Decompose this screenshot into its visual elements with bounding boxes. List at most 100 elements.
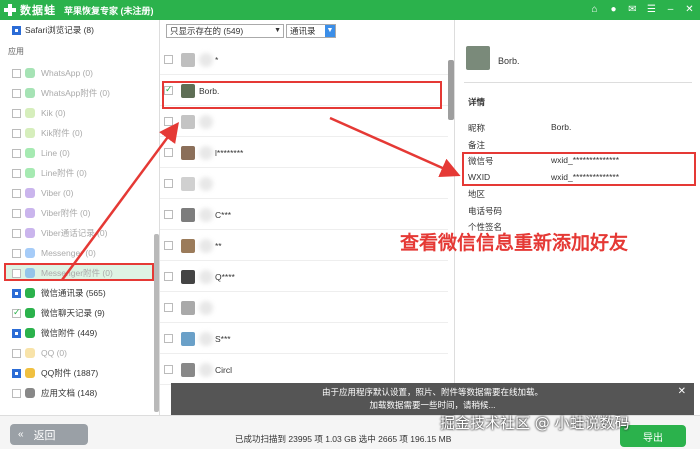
- sidebar-item[interactable]: 应用文档 (148): [12, 385, 97, 401]
- wechat-icon: [25, 288, 35, 298]
- checkbox[interactable]: [12, 248, 21, 258]
- kik-icon: [25, 128, 35, 138]
- sidebar-item[interactable]: Viber通话记录 (0): [12, 225, 107, 241]
- sidebar-item[interactable]: Viber附件 (0): [12, 205, 90, 221]
- contact-name: Borb.: [498, 56, 520, 66]
- sidebar-item[interactable]: QQ附件 (1887): [12, 365, 98, 381]
- sidebar-item[interactable]: Line附件 (0): [12, 165, 87, 181]
- checkbox[interactable]: [12, 188, 21, 198]
- checkbox[interactable]: [12, 388, 21, 398]
- sidebar-item[interactable]: 微信通讯录 (565): [12, 285, 106, 301]
- checkbox[interactable]: [12, 148, 21, 158]
- checkbox[interactable]: [12, 68, 21, 78]
- contact-name: C***: [215, 209, 232, 220]
- messenger-icon: [25, 268, 35, 278]
- close-icon[interactable]: ✕: [678, 385, 686, 398]
- minimize-icon[interactable]: –: [664, 3, 677, 16]
- sidebar-item[interactable]: Kik附件 (0): [12, 125, 83, 141]
- checkbox[interactable]: [12, 288, 21, 298]
- checkbox[interactable]: [12, 168, 21, 178]
- chat-icon[interactable]: ✉: [626, 3, 639, 16]
- kik-icon: [25, 108, 35, 118]
- list-item[interactable]: l********: [160, 138, 448, 168]
- checkbox[interactable]: [12, 208, 21, 218]
- sidebar-scrollbar[interactable]: [154, 234, 159, 412]
- avatar: [181, 114, 195, 129]
- sidebar-item[interactable]: Messenger附件 (0): [12, 265, 113, 281]
- checkbox[interactable]: [164, 334, 173, 343]
- checkbox[interactable]: [164, 210, 173, 219]
- sidebar-item[interactable]: WhatsApp附件 (0): [12, 85, 110, 101]
- checkbox[interactable]: [12, 368, 21, 378]
- shop-icon[interactable]: ⌂: [588, 3, 601, 16]
- loading-notice: 由于应用程序默认设置，照片、附件等数据需要在线加载。 加载数据需要一些时间，请稍…: [171, 383, 694, 415]
- sidebar-item-safari-history[interactable]: Safari浏览记录 (8): [12, 22, 94, 38]
- detail-field-label: 昵称: [468, 123, 486, 133]
- sidebar-item-label: 微信聊天记录 (9): [41, 308, 105, 318]
- list-scrollbar[interactable]: [448, 60, 454, 120]
- sidebar-item-label: 微信附件 (449): [41, 328, 98, 338]
- sidebar-item[interactable]: Messenger (0): [12, 245, 96, 261]
- checkbox[interactable]: [164, 55, 173, 64]
- checkbox[interactable]: [164, 303, 173, 312]
- checkbox[interactable]: [164, 272, 173, 281]
- contact-name: **: [215, 240, 222, 251]
- list-item[interactable]: [160, 169, 448, 199]
- checkbox[interactable]: [164, 179, 173, 188]
- sidebar-item[interactable]: QQ (0): [12, 345, 67, 361]
- sidebar-item-label: Line附件 (0): [41, 168, 87, 178]
- list-item[interactable]: S***: [160, 324, 448, 354]
- filter-select[interactable]: 只显示存在的 (549) ▼: [166, 24, 284, 38]
- view-select[interactable]: 通讯录 ▼: [286, 24, 336, 38]
- sidebar-item[interactable]: Kik (0): [12, 105, 66, 121]
- avatar: [181, 238, 195, 253]
- list-item[interactable]: *: [160, 45, 448, 75]
- document-icon: [25, 388, 35, 398]
- list-item[interactable]: Circl: [160, 355, 448, 385]
- highlight-box: [462, 152, 696, 186]
- category-sidebar: Safari浏览记录 (8) 应用 WhatsApp (0) WhatsApp附件…: [0, 20, 160, 415]
- sidebar-item[interactable]: 微信附件 (449): [12, 325, 97, 341]
- checkbox[interactable]: [12, 228, 21, 238]
- app-subtitle: 苹果恢复专家 (未注册): [64, 5, 154, 16]
- checkbox[interactable]: [164, 241, 173, 250]
- menu-icon[interactable]: ☰: [645, 3, 658, 16]
- checkbox[interactable]: [12, 108, 21, 118]
- list-item[interactable]: C***: [160, 200, 448, 230]
- sidebar-item[interactable]: Viber (0): [12, 185, 73, 201]
- checkbox[interactable]: [12, 268, 21, 278]
- avatar: [181, 145, 195, 160]
- sidebar-item[interactable]: Line (0): [12, 145, 70, 161]
- detail-field-label: 地区: [468, 189, 486, 199]
- checkbox[interactable]: [12, 128, 21, 138]
- sidebar-item-label: Line (0): [41, 148, 70, 158]
- sidebar-item-label: Kik (0): [41, 108, 66, 118]
- list-item[interactable]: Q****: [160, 262, 448, 292]
- checkbox[interactable]: [164, 117, 173, 126]
- avatar: [181, 52, 195, 67]
- checkbox[interactable]: [12, 88, 21, 98]
- back-button[interactable]: « 返回: [10, 424, 88, 445]
- close-icon[interactable]: ✕: [683, 3, 696, 16]
- checkbox[interactable]: [164, 365, 173, 374]
- checkbox[interactable]: [12, 328, 21, 338]
- notice-line: 由于应用程序默认设置，照片、附件等数据需要在线加载。: [321, 387, 543, 397]
- avatar: [181, 300, 195, 315]
- avatar: [181, 331, 195, 346]
- user-icon[interactable]: ●: [607, 3, 620, 16]
- sidebar-item[interactable]: 微信聊天记录 (9): [12, 305, 105, 321]
- checkbox[interactable]: [164, 148, 173, 157]
- app-logo: 数据蛙 苹果恢复专家 (未注册): [4, 2, 154, 18]
- list-item[interactable]: [160, 107, 448, 137]
- blurred-name: [199, 238, 213, 253]
- checkbox[interactable]: [12, 307, 21, 318]
- sidebar-item[interactable]: WhatsApp (0): [12, 65, 93, 81]
- whatsapp-icon: [25, 68, 35, 78]
- checkbox[interactable]: [12, 25, 21, 35]
- sidebar-item-label: Kik附件 (0): [41, 128, 83, 138]
- blurred-name: [199, 269, 213, 284]
- contact-list-panel: 只显示存在的 (549) ▼ 通讯录 ▼ *Borb.l********C***…: [160, 20, 455, 415]
- sidebar-item-label: WhatsApp附件 (0): [41, 88, 110, 98]
- list-item[interactable]: [160, 293, 448, 323]
- checkbox[interactable]: [12, 348, 21, 358]
